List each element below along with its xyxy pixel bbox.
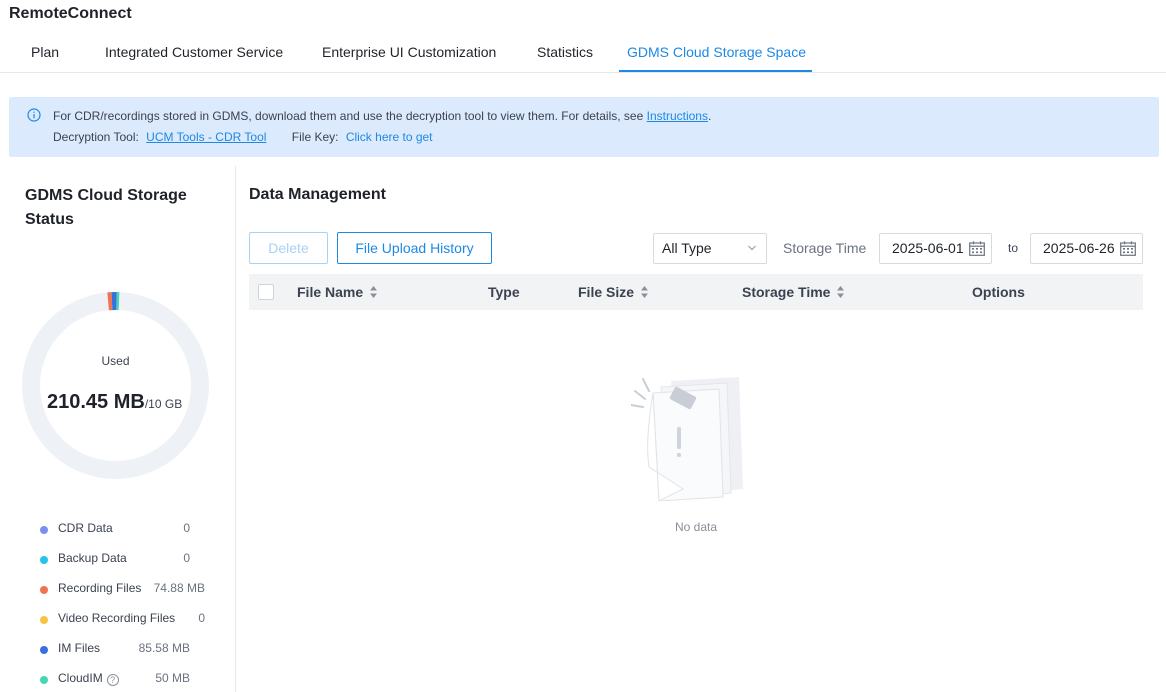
tab-enterprise-ui-customization[interactable]: Enterprise UI Customization [322,44,496,60]
calendar-icon [969,241,985,256]
cdr-tool-link[interactable]: UCM Tools - CDR Tool [146,130,266,144]
legend-label: CDR Data [58,521,113,535]
start-date-input[interactable]: 2025-06-01 [879,233,992,264]
storage-usage-donut [22,292,209,479]
decryption-tool-label: Decryption Tool: [53,130,139,144]
data-management-panel: Data Management Delete File Upload Histo… [249,166,1143,692]
column-type: Type [488,284,520,300]
instructions-link[interactable]: Instructions [647,109,708,123]
info-notice: For CDR/recordings stored in GDMS, downl… [9,97,1159,157]
used-label: Used [101,354,130,368]
file-upload-history-button[interactable]: File Upload History [337,232,492,264]
legend-dot [40,616,48,624]
legend-item-backup-data: Backup Data 0 [40,551,220,581]
legend-dot [40,676,48,684]
column-label: File Name [297,284,364,300]
app-title: RemoteConnect [9,5,132,22]
legend-label: CloudIM? [58,671,119,686]
storage-legend: CDR Data 0 Backup Data 0 Recording Files… [40,521,220,692]
data-management-title: Data Management [249,186,386,203]
column-storage-time[interactable]: Storage Time [742,284,845,300]
column-file-size[interactable]: File Size [578,284,649,300]
select-all-checkbox[interactable] [258,284,274,300]
legend-value: 74.88 MB [153,581,205,595]
donut-track [22,292,209,479]
legend-label: Video Recording Files [58,611,176,625]
notice-line-1: For CDR/recordings stored in GDMS, downl… [53,109,711,123]
column-label: Storage Time [742,284,831,300]
end-date-value: 2025-06-26 [1043,240,1115,256]
column-file-name[interactable]: File Name [297,284,378,300]
legend-dot [40,586,48,594]
legend-item-video-recording-files: Video Recording Files 0 [40,611,220,641]
legend-item-im-files: IM Files 85.58 MB [40,641,220,671]
storage-status-title: GDMS Cloud Storage Status [25,187,187,228]
help-icon[interactable]: ? [106,674,119,686]
sort-icon[interactable] [369,285,378,299]
empty-state-text: No data [674,520,718,534]
storage-time-label: Storage Time [783,240,867,256]
type-filter-value: All Type [662,240,712,256]
tab-bar: Plan Integrated Customer Service Enterpr… [0,36,1166,73]
column-label: File Size [578,284,635,300]
info-icon [27,108,41,122]
tab-plan[interactable]: Plan [31,44,59,60]
legend-dot [40,526,48,534]
tab-integrated-customer-service[interactable]: Integrated Customer Service [105,44,283,60]
file-key-link[interactable]: Click here to get [346,130,433,144]
chevron-down-icon [748,245,756,251]
legend-value: 0 [198,611,205,625]
tab-statistics[interactable]: Statistics [537,44,593,60]
legend-value: 85.58 MB [138,641,190,655]
sort-icon[interactable] [836,285,845,299]
type-filter-select[interactable]: All Type [653,233,767,264]
legend-label: IM Files [58,641,100,655]
legend-item-recording-files: Recording Files 74.88 MB [40,581,220,611]
storage-status-panel: GDMS Cloud Storage Status Used 210.45 MB… [0,166,236,692]
used-value: 210.45 MB/10 GB [47,391,182,414]
legend-label-text: CloudIM [58,671,103,685]
table-header: File Name Type File Size Storage Time Op… [249,274,1143,310]
legend-label: Backup Data [58,551,127,565]
sort-icon[interactable] [640,285,649,299]
calendar-icon [1120,241,1136,256]
used-amount: 210.45 MB [47,391,145,413]
delete-button[interactable]: Delete [249,232,328,264]
legend-label: Recording Files [58,581,142,595]
to-label: to [1008,241,1019,255]
legend-dot [40,646,48,654]
legend-value: 0 [183,521,190,535]
legend-value: 50 MB [155,671,190,685]
notice-text: For CDR/recordings stored in GDMS, downl… [53,109,644,123]
tab-gdms-cloud-storage-space[interactable]: GDMS Cloud Storage Space [627,44,806,60]
end-date-input[interactable]: 2025-06-26 [1030,233,1143,264]
legend-item-cloudim: CloudIM? 50 MB [40,671,220,692]
file-key-label: File Key: [291,130,339,144]
empty-state-illustration [631,377,743,501]
notice-line-2: Decryption Tool: UCM Tools - CDR Tool Fi… [53,130,433,144]
active-tab-indicator [619,70,812,72]
legend-dot [40,556,48,564]
legend-value: 0 [183,551,190,565]
column-options: Options [972,284,1025,300]
total-capacity: /10 GB [144,397,183,411]
notice-period: . [707,109,712,123]
start-date-value: 2025-06-01 [892,240,964,256]
legend-item-cdr-data: CDR Data 0 [40,521,220,551]
